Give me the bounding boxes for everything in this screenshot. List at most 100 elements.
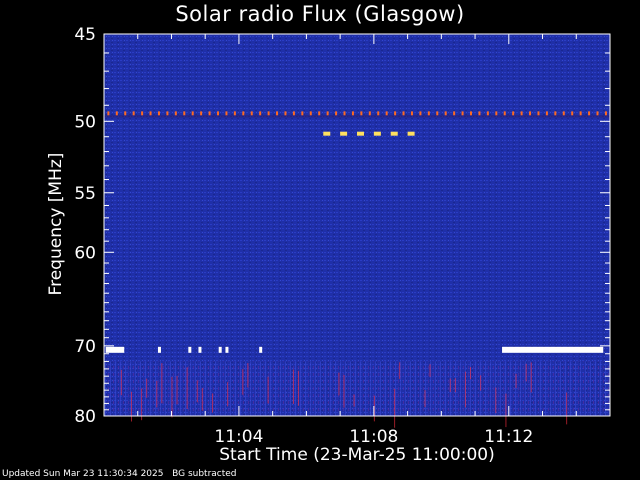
dotted-band-dot bbox=[107, 111, 110, 116]
striation-mark bbox=[196, 380, 198, 403]
striation-mark bbox=[292, 369, 294, 404]
striation-mark bbox=[394, 388, 396, 428]
dotted-band-dot bbox=[427, 111, 430, 116]
dotted-band-dot bbox=[191, 111, 194, 116]
dotted-band-dot bbox=[292, 111, 295, 116]
dash-segment bbox=[340, 131, 348, 136]
dotted-band-dot bbox=[335, 111, 338, 116]
striation-mark bbox=[267, 376, 269, 404]
dotted-band-dot bbox=[124, 111, 127, 116]
striation-mark bbox=[566, 392, 568, 425]
dotted-band-dot bbox=[284, 111, 287, 116]
dotted-band-dot bbox=[394, 111, 397, 116]
spectrogram-chart: 45 50 55 60 70 80 11:04 11:08 11:12 bbox=[74, 25, 611, 447]
striation-mark bbox=[146, 378, 148, 398]
striation-mark bbox=[505, 393, 507, 428]
striation-mark bbox=[211, 393, 213, 413]
dotted-band-dot bbox=[461, 111, 464, 116]
striation-mark bbox=[353, 394, 355, 407]
striation-mark bbox=[176, 375, 178, 405]
striation-mark bbox=[429, 364, 431, 377]
dotted-band-dot bbox=[200, 111, 203, 116]
x-axis-label: Start Time (23-Mar-25 11:00:00) bbox=[219, 445, 495, 465]
y-tick-label: 50 bbox=[74, 112, 96, 132]
dotted-band-dot bbox=[276, 111, 279, 116]
striation-mark bbox=[141, 388, 143, 421]
y-tick-label: 45 bbox=[74, 25, 96, 45]
dotted-band-dot bbox=[385, 111, 388, 116]
dotted-band-dot bbox=[368, 111, 371, 116]
dotted-band-dot bbox=[301, 111, 304, 116]
dotted-band-dot bbox=[537, 111, 540, 116]
striation-mark bbox=[343, 375, 345, 408]
striation-mark bbox=[120, 369, 122, 396]
x-tick-label: 11:08 bbox=[349, 427, 398, 447]
dotted-band-dot bbox=[326, 111, 329, 116]
x-tick-label: 11:12 bbox=[484, 427, 533, 447]
dotted-band-dot bbox=[157, 111, 160, 116]
dotted-band-dot bbox=[183, 111, 186, 116]
striation-mark bbox=[242, 369, 244, 395]
dotted-band-dot bbox=[571, 111, 574, 116]
saturated-blip bbox=[225, 346, 229, 353]
dotted-band-dot bbox=[478, 111, 481, 116]
dotted-band-dot bbox=[225, 111, 228, 116]
dotted-band-dot bbox=[604, 111, 607, 116]
dotted-band-dot bbox=[444, 111, 447, 116]
dotted-band-dot bbox=[318, 111, 321, 116]
saturated-blip bbox=[198, 346, 202, 353]
y-tick-label: 70 bbox=[74, 337, 96, 357]
y-axis-label: Frequency [MHz] bbox=[46, 152, 66, 296]
dotted-band-dot bbox=[588, 111, 591, 116]
dotted-band-dot bbox=[233, 111, 236, 116]
footer-status: Updated Sun Mar 23 11:30:34 2025 BG subt… bbox=[2, 469, 237, 479]
striation-mark bbox=[449, 378, 451, 393]
dash-segment bbox=[373, 131, 381, 136]
dotted-band-dot bbox=[360, 111, 363, 116]
dotted-band-dot bbox=[554, 111, 557, 116]
dash-segment bbox=[323, 131, 331, 136]
striation-mark bbox=[247, 363, 249, 388]
dotted-band-dot bbox=[596, 111, 599, 116]
dotted-band-dot bbox=[453, 111, 456, 116]
x-tick-label: 11:04 bbox=[214, 427, 263, 447]
dotted-band-dot bbox=[132, 111, 135, 116]
striation-mark bbox=[424, 390, 426, 408]
y-tick-label: 60 bbox=[74, 243, 96, 263]
dotted-band-dot bbox=[250, 111, 253, 116]
dash-segment bbox=[407, 131, 415, 136]
dotted-band-dot bbox=[520, 111, 523, 116]
dotted-band-dot bbox=[149, 111, 152, 116]
striation-mark bbox=[470, 367, 472, 380]
dotted-band-dot bbox=[512, 111, 515, 116]
dotted-band-dot bbox=[141, 111, 144, 116]
dotted-band-dot bbox=[174, 111, 177, 116]
striation-band bbox=[104, 361, 610, 416]
dotted-band-dot bbox=[377, 111, 380, 116]
dotted-band-dot bbox=[242, 111, 245, 116]
dash-segment bbox=[390, 131, 398, 136]
striation-mark bbox=[227, 382, 229, 407]
saturated-blip bbox=[218, 346, 222, 353]
striation-mark bbox=[515, 373, 517, 389]
striation-mark bbox=[464, 371, 466, 408]
dotted-band-shadow bbox=[104, 115, 610, 118]
dotted-band-dot bbox=[562, 111, 565, 116]
dotted-band-dot bbox=[259, 111, 262, 116]
striation-mark bbox=[297, 370, 299, 406]
dotted-band-dot bbox=[503, 111, 506, 116]
dotted-band-dot bbox=[351, 111, 354, 116]
dotted-band-dot bbox=[208, 111, 211, 116]
dotted-band-dot bbox=[545, 111, 548, 116]
y-tick-label: 55 bbox=[74, 184, 96, 204]
footer-updated: Updated Sun Mar 23 11:30:34 2025 bbox=[2, 469, 164, 479]
striation-mark bbox=[530, 362, 532, 393]
striation-mark bbox=[201, 388, 203, 411]
striation-mark bbox=[161, 363, 163, 404]
striation-mark bbox=[454, 378, 456, 393]
saturated-blip bbox=[259, 346, 263, 353]
dotted-band-dot bbox=[486, 111, 489, 116]
saturated-blip bbox=[188, 346, 192, 353]
dotted-band-dot bbox=[217, 111, 220, 116]
dotted-band-dot bbox=[436, 111, 439, 116]
